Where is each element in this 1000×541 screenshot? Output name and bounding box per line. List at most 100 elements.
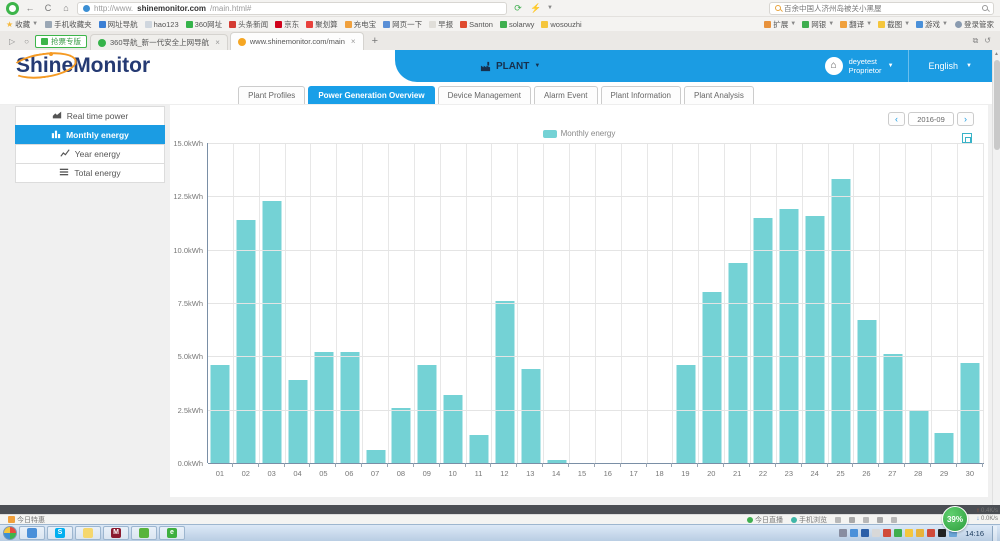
bar-day-22[interactable] xyxy=(753,217,773,463)
bookmark-item[interactable]: solarwy xyxy=(499,19,534,30)
language-selector[interactable]: English ▼ xyxy=(909,61,992,71)
taskbar-app-browser-360[interactable]: e xyxy=(159,526,185,540)
home-icon[interactable]: ⌂ xyxy=(59,3,73,13)
bookmark-item[interactable]: 京东 xyxy=(275,19,299,30)
tray-icon[interactable] xyxy=(938,529,947,537)
bar-day-24[interactable] xyxy=(805,215,825,463)
user-menu[interactable]: ⌂ deyetest Proprietor ▼ xyxy=(811,50,908,82)
bar-day-07[interactable] xyxy=(366,450,386,463)
plant-menu[interactable]: PLANT ▼ xyxy=(480,61,540,72)
toolbar-item[interactable]: 网银 ▼ xyxy=(802,19,834,30)
favorites-menu[interactable]: ★ 收藏 ▼ xyxy=(6,19,38,30)
start-button[interactable] xyxy=(3,526,17,540)
browser-tab[interactable]: www.shinemonitor.com/main × xyxy=(229,32,364,50)
status-promo[interactable]: 今日特惠 xyxy=(8,515,45,525)
bar-day-23[interactable] xyxy=(779,209,799,463)
status-tool-icon[interactable] xyxy=(877,516,883,523)
chart-legend[interactable]: Monthly energy xyxy=(170,129,988,138)
sidebar-item-real-time-power[interactable]: Real time power xyxy=(15,106,165,126)
login-manager-button[interactable]: 登录管家 xyxy=(955,19,994,30)
bar-day-04[interactable] xyxy=(288,379,308,463)
bar-day-25[interactable] xyxy=(831,179,851,463)
bar-day-11[interactable] xyxy=(469,435,489,463)
status-item[interactable]: 手机浏览 xyxy=(791,515,827,525)
bookmark-item[interactable]: hao123 xyxy=(144,19,179,30)
taskbar-app-notes[interactable] xyxy=(75,526,101,540)
tray-icon[interactable] xyxy=(850,529,859,537)
taskbar-app-user-app[interactable] xyxy=(19,526,45,540)
bar-day-28[interactable] xyxy=(909,409,929,463)
session-restore-icon[interactable]: ○ xyxy=(21,37,32,50)
refresh-icon[interactable]: C xyxy=(41,3,55,13)
page-scrollbar[interactable]: ▲ xyxy=(992,50,1000,505)
ticket-grab-button[interactable]: 抢票专版 xyxy=(35,35,87,48)
sidebar-item-total-energy[interactable]: Total energy xyxy=(15,163,165,183)
scrollbar-thumb[interactable] xyxy=(994,60,1000,150)
taskbar-app-m-app[interactable]: M xyxy=(103,526,129,540)
show-desktop-button[interactable] xyxy=(992,525,997,541)
close-tab-icon[interactable]: × xyxy=(351,37,356,46)
chevron-down-icon[interactable]: ▼ xyxy=(547,5,553,11)
scroll-up-icon[interactable]: ▲ xyxy=(993,50,1000,59)
status-item[interactable]: 今日直播 xyxy=(747,515,783,525)
speed-boost-icon[interactable]: ⚡ xyxy=(529,3,543,14)
address-bar[interactable]: http://www. shinemonitor.com/main.html# xyxy=(77,1,507,15)
tab-list-icon[interactable]: ▷ xyxy=(6,37,18,50)
browser-search-box[interactable]: 百余中国人济州岛被关小黑屋 xyxy=(769,1,994,15)
status-tool-icon[interactable] xyxy=(835,516,841,523)
bookmark-item[interactable]: 头条新闻 xyxy=(229,19,268,30)
bookmark-item[interactable]: 手机收藏夹 xyxy=(45,19,92,30)
toolbar-item[interactable]: 扩展 ▼ xyxy=(764,19,796,30)
tile-windows-icon[interactable]: ⧉ xyxy=(970,36,982,50)
next-month-button[interactable]: › xyxy=(957,112,974,126)
taskbar-clock[interactable]: 14:16 xyxy=(959,529,990,538)
tab-plant-profiles[interactable]: Plant Profiles xyxy=(238,86,306,104)
tab-power-generation-overview[interactable]: Power Generation Overview xyxy=(308,86,435,104)
bar-day-29[interactable] xyxy=(934,433,954,463)
taskbar-app-skype[interactable]: S xyxy=(47,526,73,540)
sidebar-item-year-energy[interactable]: Year energy xyxy=(15,144,165,164)
speedup-ball[interactable]: 39% xyxy=(942,506,968,532)
prev-month-button[interactable]: ‹ xyxy=(888,112,905,126)
status-tool-icon[interactable] xyxy=(891,516,897,523)
bar-day-21[interactable] xyxy=(728,262,748,463)
bar-day-10[interactable] xyxy=(443,394,463,463)
tray-icon[interactable] xyxy=(883,529,892,537)
bar-day-02[interactable] xyxy=(236,219,256,463)
tray-icon[interactable] xyxy=(872,529,881,537)
bookmark-item[interactable]: wosouzhi xyxy=(541,19,582,30)
tab-plant-information[interactable]: Plant Information xyxy=(600,86,682,104)
reload-page-icon[interactable]: ⟳ xyxy=(511,3,525,14)
tray-icon[interactable] xyxy=(861,529,870,537)
sidebar-item-monthly-energy[interactable]: Monthly energy xyxy=(15,125,165,145)
reopen-closed-tab-icon[interactable]: ↺ xyxy=(981,36,994,50)
tray-icon[interactable] xyxy=(916,529,925,537)
bookmark-item[interactable]: 早报 xyxy=(429,19,453,30)
tab-device-management[interactable]: Device Management xyxy=(437,86,531,104)
bar-day-27[interactable] xyxy=(883,354,903,463)
tray-icon[interactable] xyxy=(905,529,914,537)
bookmark-item[interactable]: 网址导航 xyxy=(98,19,138,30)
bar-day-13[interactable] xyxy=(521,369,541,463)
bar-day-12[interactable] xyxy=(495,300,515,463)
tray-icon[interactable] xyxy=(839,529,848,537)
tray-icon[interactable] xyxy=(927,529,936,537)
bookmark-item[interactable]: Santon xyxy=(460,19,493,30)
tab-plant-analysis[interactable]: Plant Analysis xyxy=(684,86,754,104)
taskbar-app-frog-app[interactable] xyxy=(131,526,157,540)
bookmark-item[interactable]: 网页一下 xyxy=(383,19,422,30)
status-tool-icon[interactable] xyxy=(849,516,855,523)
bar-day-09[interactable] xyxy=(417,364,437,463)
tray-icon[interactable] xyxy=(894,529,903,537)
bar-day-03[interactable] xyxy=(262,200,282,463)
bar-day-01[interactable] xyxy=(210,364,230,463)
bar-day-20[interactable] xyxy=(702,292,722,463)
bar-day-26[interactable] xyxy=(857,320,877,463)
date-value[interactable]: 2016-09 xyxy=(908,112,954,126)
close-tab-icon[interactable]: × xyxy=(215,38,220,47)
bookmark-item[interactable]: 360网址 xyxy=(185,19,222,30)
bar-day-05[interactable] xyxy=(314,352,334,463)
bar-day-08[interactable] xyxy=(391,407,411,463)
tab-alarm-event[interactable]: Alarm Event xyxy=(533,86,598,104)
bar-day-19[interactable] xyxy=(676,364,696,463)
